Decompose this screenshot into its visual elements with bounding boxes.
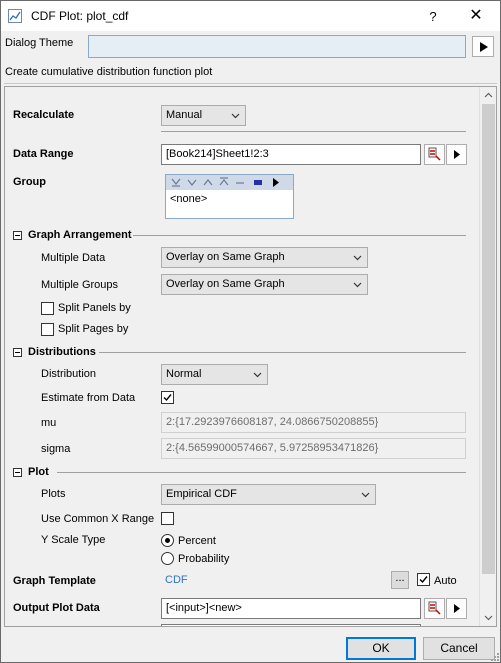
y-scale-percent-radio[interactable] xyxy=(161,534,174,547)
group-list[interactable]: <none> xyxy=(165,174,294,219)
chevron-down-icon xyxy=(253,372,262,378)
divider xyxy=(161,131,466,132)
split-panels-checkbox[interactable] xyxy=(41,302,54,315)
output-plot-data-label: Output Plot Data xyxy=(13,602,100,614)
data-range-menu-button[interactable] xyxy=(446,144,467,165)
data-range-select-button[interactable] xyxy=(424,144,445,165)
chevron-up-icon xyxy=(484,92,493,98)
split-pages-label: Split Pages by xyxy=(58,323,129,335)
play-arrow-icon xyxy=(454,604,460,613)
mu-label: mu xyxy=(41,417,57,429)
collapse-icon[interactable] xyxy=(13,468,22,477)
auto-label: Auto xyxy=(434,575,457,587)
mu-value-field: 2:{17.2923976608187, 24.0866750208855} xyxy=(161,412,466,433)
help-button[interactable]: ? xyxy=(413,6,453,28)
checkmark-icon xyxy=(163,394,172,402)
estimate-checkbox[interactable] xyxy=(161,391,174,404)
common-x-label: Use Common X Range xyxy=(41,513,155,525)
group-item[interactable]: <none> xyxy=(170,193,207,205)
dialog-description: Create cumulative distribution function … xyxy=(5,66,213,78)
y-scale-probability-label: Probability xyxy=(178,553,230,565)
dialog-theme-label: Dialog Theme xyxy=(5,37,74,49)
data-range-label: Data Range xyxy=(13,148,74,160)
multiple-groups-label: Multiple Groups xyxy=(41,279,119,291)
auto-checkbox[interactable] xyxy=(417,573,430,586)
recalculate-label: Recalculate xyxy=(13,109,75,121)
graph-template-link[interactable]: CDF xyxy=(165,574,188,586)
group-toolbar xyxy=(166,175,293,190)
play-arrow-icon xyxy=(454,150,460,159)
output-menu-button[interactable] xyxy=(446,598,467,619)
common-x-checkbox[interactable] xyxy=(161,512,174,525)
estimate-label: Estimate from Data xyxy=(41,392,136,404)
data-range-input[interactable]: [Book214]Sheet1!2:3 xyxy=(161,144,421,165)
y-scale-label: Y Scale Type xyxy=(41,534,106,546)
distributions-heading: Distributions xyxy=(28,346,96,358)
multiple-data-label: Multiple Data xyxy=(41,252,106,264)
chevron-down-icon xyxy=(231,113,240,119)
graph-template-label: Graph Template xyxy=(13,575,96,587)
split-panels-label: Split Panels by xyxy=(58,302,131,314)
close-button[interactable]: ✕ xyxy=(453,2,499,30)
chevron-down-icon xyxy=(484,615,493,621)
next-field-partial xyxy=(161,624,421,626)
y-scale-percent-label: Percent xyxy=(178,535,216,547)
title-bar: CDF Plot: plot_cdf ? ✕ xyxy=(1,1,500,31)
sigma-label: sigma xyxy=(41,443,71,455)
separator xyxy=(4,83,497,84)
cancel-button[interactable]: Cancel xyxy=(423,637,495,660)
collapse-icon[interactable] xyxy=(13,231,22,240)
divider xyxy=(99,352,466,353)
collapse-icon[interactable] xyxy=(13,348,22,357)
y-scale-probability-radio[interactable] xyxy=(161,552,174,565)
divider xyxy=(133,235,466,236)
app-icon xyxy=(8,9,22,23)
plots-value: Empirical CDF xyxy=(166,488,237,500)
chevron-down-icon xyxy=(361,492,370,498)
graph-arrangement-heading: Graph Arrangement xyxy=(28,229,132,241)
plots-dropdown[interactable]: Empirical CDF xyxy=(161,484,376,505)
window-title: CDF Plot: plot_cdf xyxy=(31,9,129,23)
multiple-groups-value: Overlay on Same Graph xyxy=(166,278,285,290)
scrollbar-thumb[interactable] xyxy=(482,104,495,574)
play-arrow-icon xyxy=(480,42,488,52)
multiple-groups-dropdown[interactable]: Overlay on Same Graph xyxy=(161,274,368,295)
chevron-down-icon xyxy=(353,282,362,288)
distribution-value: Normal xyxy=(166,368,202,380)
plot-heading: Plot xyxy=(28,466,49,478)
range-select-icon xyxy=(428,147,441,161)
output-plot-data-input[interactable]: [<input>]<new> xyxy=(161,598,421,619)
range-select-icon xyxy=(428,601,441,615)
graph-template-browse-button[interactable]: ... xyxy=(391,571,409,589)
output-range-select-button[interactable] xyxy=(424,598,445,619)
divider xyxy=(57,472,466,473)
scroll-up-button[interactable] xyxy=(480,87,496,104)
vertical-scrollbar[interactable] xyxy=(479,87,496,626)
distribution-label: Distribution xyxy=(41,368,97,380)
settings-panel: Recalculate Manual Data Range [Book214]S… xyxy=(4,86,497,627)
sigma-value-field: 2:{4.56599000574667, 5.97258953471826} xyxy=(161,438,466,459)
recalculate-dropdown[interactable]: Manual xyxy=(161,105,246,126)
split-pages-checkbox[interactable] xyxy=(41,323,54,336)
group-label: Group xyxy=(13,176,46,188)
ok-button[interactable]: OK xyxy=(346,637,416,660)
recalculate-value: Manual xyxy=(166,109,203,121)
dialog-theme-field[interactable] xyxy=(88,35,466,58)
chevron-down-icon xyxy=(353,255,362,261)
distribution-dropdown[interactable]: Normal xyxy=(161,364,268,385)
dialog-theme-menu-button[interactable] xyxy=(472,36,494,57)
multiple-data-value: Overlay on Same Graph xyxy=(166,251,285,263)
multiple-data-dropdown[interactable]: Overlay on Same Graph xyxy=(161,247,368,268)
scroll-down-button[interactable] xyxy=(480,609,496,626)
group-toolbar-icons xyxy=(171,177,279,187)
resize-grip-icon[interactable] xyxy=(489,651,499,661)
plots-label: Plots xyxy=(41,488,66,500)
radio-dot xyxy=(165,538,170,543)
checkmark-icon xyxy=(419,576,428,584)
